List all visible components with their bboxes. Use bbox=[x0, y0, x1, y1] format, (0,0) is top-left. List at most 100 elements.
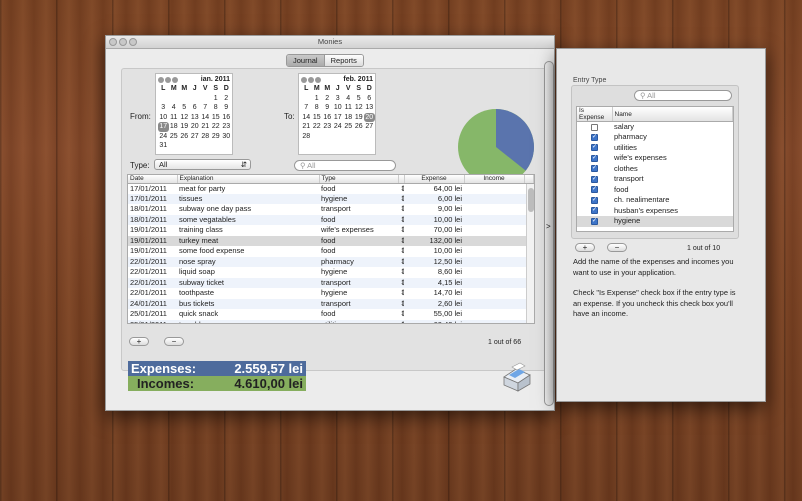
calendar-day[interactable]: 3 bbox=[158, 103, 169, 113]
column-date[interactable]: Date bbox=[128, 175, 178, 184]
tab-journal[interactable]: Journal bbox=[287, 55, 324, 66]
is-expense-checkbox[interactable] bbox=[591, 216, 598, 226]
table-row[interactable]: salary bbox=[577, 122, 733, 133]
is-expense-checkbox[interactable] bbox=[591, 174, 598, 184]
cell-type[interactable]: food bbox=[319, 235, 398, 246]
cell-name[interactable]: utilities bbox=[612, 143, 733, 154]
calendar-day[interactable]: 19 bbox=[354, 113, 365, 123]
calendar-day[interactable]: 9 bbox=[221, 103, 232, 113]
cell-name[interactable]: ch. nealimentare bbox=[612, 195, 733, 206]
is-expense-checkbox[interactable] bbox=[591, 206, 598, 215]
calendar-day[interactable]: 27 bbox=[364, 122, 375, 132]
calendar-day[interactable]: 1 bbox=[211, 94, 222, 104]
prev-month-button[interactable] bbox=[158, 76, 164, 83]
is-expense-checkbox[interactable] bbox=[591, 185, 598, 194]
cell-type[interactable]: food bbox=[319, 214, 398, 225]
table-row[interactable]: clothes bbox=[577, 164, 733, 175]
cell-income[interactable] bbox=[464, 204, 524, 215]
calendar-day[interactable]: 1 bbox=[312, 94, 323, 104]
table-row[interactable]: 22/01/2011subway tickettransport⇕4,15 le… bbox=[128, 277, 534, 288]
table-row[interactable]: 22/01/2011toothpastehygiene⇕14,70 lei bbox=[128, 288, 534, 299]
calendar-day[interactable]: 17 bbox=[333, 113, 344, 123]
calendar-day[interactable]: 17 bbox=[158, 122, 169, 132]
type-stepper-icon[interactable]: ⇕ bbox=[398, 204, 404, 215]
calendar-day[interactable]: 21 bbox=[200, 122, 211, 132]
cell-income[interactable] bbox=[464, 214, 524, 225]
cell-expense[interactable]: 14,70 lei bbox=[404, 288, 464, 299]
cell-date[interactable]: 22/01/2011 bbox=[128, 277, 177, 288]
remove-entry-button[interactable]: − bbox=[164, 337, 184, 346]
type-stepper-icon[interactable]: ⇕ bbox=[398, 225, 404, 236]
cell-type[interactable]: food bbox=[319, 309, 398, 320]
calendar-day[interactable]: 25 bbox=[169, 132, 180, 142]
cell-expense[interactable]: 132,00 lei bbox=[404, 235, 464, 246]
cell-type[interactable]: hygiene bbox=[319, 193, 398, 204]
calendar-day[interactable]: 9 bbox=[322, 103, 333, 113]
cell-explanation[interactable]: training class bbox=[177, 225, 319, 236]
add-entry-button[interactable]: + bbox=[129, 337, 149, 346]
cell-type[interactable]: hygiene bbox=[319, 288, 398, 299]
type-stepper-icon[interactable]: ⇕ bbox=[398, 298, 404, 309]
calendar-day[interactable]: 16 bbox=[322, 113, 333, 123]
cell-date[interactable]: 22/01/2011 bbox=[128, 256, 177, 267]
cell-type[interactable]: pharmacy bbox=[319, 256, 398, 267]
journal-table[interactable]: Date Explanation Type Expense Income 17/… bbox=[127, 174, 535, 324]
calendar-day[interactable]: 26 bbox=[354, 122, 365, 132]
cell-explanation[interactable]: turkey meat bbox=[177, 235, 319, 246]
table-row[interactable]: 19/01/2011some food expensefood⇕10,00 le… bbox=[128, 246, 534, 257]
calendar-day[interactable]: 18 bbox=[169, 122, 180, 132]
type-stepper-icon[interactable]: ⇕ bbox=[398, 288, 404, 299]
calendar-day[interactable]: 12 bbox=[354, 103, 365, 113]
cell-income[interactable] bbox=[464, 298, 524, 309]
type-stepper-icon[interactable]: ⇕ bbox=[398, 183, 404, 194]
column-explanation[interactable]: Explanation bbox=[177, 175, 320, 184]
cell-expense[interactable]: 60,40 lei bbox=[404, 319, 464, 323]
cell-income[interactable] bbox=[464, 267, 524, 278]
table-row[interactable]: 19/01/2011training classwife's expenses⇕… bbox=[128, 225, 534, 236]
cell-explanation[interactable]: quick snack bbox=[177, 309, 319, 320]
cell-type[interactable]: hygiene bbox=[319, 267, 398, 278]
calendar-day[interactable]: 22 bbox=[211, 122, 222, 132]
cell-type[interactable]: wife's expenses bbox=[319, 225, 398, 236]
cell-expense[interactable]: 55,00 lei bbox=[404, 309, 464, 320]
cell-date[interactable]: 25/01/2011 bbox=[128, 309, 177, 320]
table-row[interactable]: 25/01/2011quick snackfood⇕55,00 lei bbox=[128, 309, 534, 320]
column-name[interactable]: Name bbox=[612, 107, 733, 122]
calendar-day[interactable]: 13 bbox=[364, 103, 375, 113]
collapse-sidebar-button[interactable]: > bbox=[544, 61, 554, 406]
cell-explanation[interactable]: toothpaste bbox=[177, 288, 319, 299]
calendar-day[interactable]: 12 bbox=[179, 113, 190, 123]
is-expense-checkbox[interactable] bbox=[591, 132, 598, 142]
cell-date[interactable]: 18/01/2011 bbox=[128, 214, 177, 225]
cell-name[interactable]: clothes bbox=[612, 164, 733, 175]
add-entry-type-button[interactable]: + bbox=[575, 243, 595, 252]
column-income[interactable]: Income bbox=[464, 175, 525, 184]
calendar-day[interactable]: 31 bbox=[158, 141, 169, 151]
cell-income[interactable] bbox=[464, 183, 524, 194]
cell-income[interactable] bbox=[464, 319, 524, 323]
is-expense-checkbox[interactable] bbox=[591, 143, 598, 152]
cell-explanation[interactable]: meat for party bbox=[177, 183, 319, 194]
type-stepper-icon[interactable]: ⇕ bbox=[398, 235, 404, 246]
is-expense-checkbox[interactable] bbox=[591, 195, 598, 205]
cell-explanation[interactable]: bus tickets bbox=[177, 298, 319, 309]
calendar-day[interactable]: 26 bbox=[179, 132, 190, 142]
table-row[interactable]: food bbox=[577, 185, 733, 196]
cell-explanation[interactable]: tissues bbox=[177, 193, 319, 204]
calendar-day[interactable]: 6 bbox=[190, 103, 201, 113]
cell-type[interactable]: transport bbox=[319, 204, 398, 215]
calendar-day[interactable]: 23 bbox=[221, 122, 232, 132]
cell-expense[interactable]: 70,00 lei bbox=[404, 225, 464, 236]
cell-name[interactable]: pharmacy bbox=[612, 132, 733, 143]
cell-expense[interactable]: 6,00 lei bbox=[404, 193, 464, 204]
cell-date[interactable]: 19/01/2011 bbox=[128, 246, 177, 257]
cell-type[interactable]: food bbox=[319, 246, 398, 257]
entry-type-table[interactable]: Is Expense Name salarypharmacyutilitiesw… bbox=[576, 106, 734, 232]
cell-type[interactable]: transport bbox=[319, 277, 398, 288]
cell-expense[interactable]: 64,00 lei bbox=[404, 183, 464, 194]
cell-income[interactable] bbox=[464, 309, 524, 320]
cell-expense[interactable]: 10,00 lei bbox=[404, 214, 464, 225]
close-button[interactable] bbox=[109, 38, 117, 46]
cell-income[interactable] bbox=[464, 288, 524, 299]
calendar-day[interactable]: 14 bbox=[200, 113, 211, 123]
